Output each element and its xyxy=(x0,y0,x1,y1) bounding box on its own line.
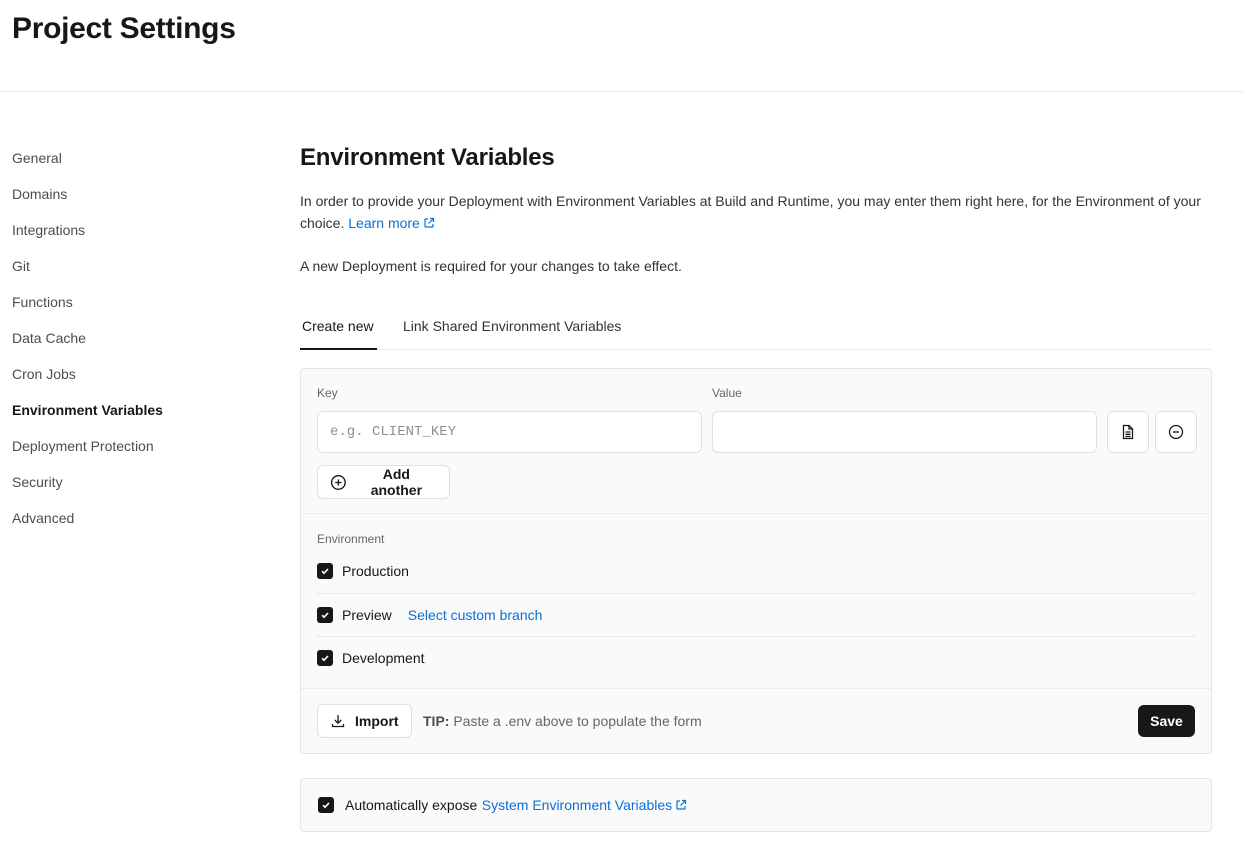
page-title: Project Settings xyxy=(12,12,236,45)
key-input[interactable] xyxy=(317,411,702,453)
external-link-icon xyxy=(424,217,434,228)
tip-prefix: TIP: xyxy=(423,713,450,729)
sidebar-item-deployment-protection[interactable]: Deployment Protection xyxy=(12,428,252,464)
sidebar-item-general[interactable]: General xyxy=(12,140,252,176)
env-row-development: Development xyxy=(317,636,1195,679)
checkmark-icon xyxy=(321,655,329,662)
sidebar-item-functions[interactable]: Functions xyxy=(12,284,252,320)
add-another-button[interactable]: Add another xyxy=(317,465,450,499)
env-var-form: Key Value Add another Environment Produc… xyxy=(300,368,1212,754)
tab-bar: Create new Link Shared Environment Varia… xyxy=(300,308,1212,350)
add-another-label: Add another xyxy=(370,466,423,498)
environment-section: Environment Production Preview Select cu… xyxy=(301,514,1211,688)
save-button[interactable]: Save xyxy=(1138,705,1195,737)
tip-body: Paste a .env above to populate the form xyxy=(453,713,702,729)
learn-more-link[interactable]: Learn more xyxy=(348,215,435,231)
page-header: Project Settings xyxy=(0,0,1244,92)
sidebar-item-domains[interactable]: Domains xyxy=(12,176,252,212)
plus-circle-icon xyxy=(330,474,346,490)
file-button[interactable] xyxy=(1107,411,1149,453)
checkmark-icon xyxy=(322,802,330,809)
env-row-preview: Preview Select custom branch xyxy=(317,593,1195,636)
preview-checkbox[interactable] xyxy=(317,607,333,623)
remove-circle-icon xyxy=(1168,424,1184,440)
environment-label: Environment xyxy=(317,532,385,546)
import-label: Import xyxy=(355,713,399,729)
learn-more-label: Learn more xyxy=(348,215,420,231)
value-label: Value xyxy=(712,386,742,400)
sidebar-item-data-cache[interactable]: Data Cache xyxy=(12,320,252,356)
settings-sidebar: General Domains Integrations Git Functio… xyxy=(12,140,252,536)
system-env-vars-link[interactable]: System Environment Variables xyxy=(482,797,687,813)
sidebar-item-environment-variables[interactable]: Environment Variables xyxy=(12,392,252,428)
select-custom-branch-link[interactable]: Select custom branch xyxy=(408,607,543,623)
expose-system-vars-card: Automatically expose System Environment … xyxy=(300,778,1212,832)
system-env-vars-label: System Environment Variables xyxy=(481,797,673,813)
checkmark-icon xyxy=(321,567,329,574)
tip-text: TIP: Paste a .env above to populate the … xyxy=(423,713,702,729)
production-label: Production xyxy=(342,562,409,579)
sidebar-item-cron-jobs[interactable]: Cron Jobs xyxy=(12,356,252,392)
env-row-production: Production xyxy=(317,549,1195,592)
checkmark-icon xyxy=(321,612,329,619)
remove-row-button[interactable] xyxy=(1155,411,1197,453)
key-value-section: Key Value Add another xyxy=(301,369,1211,514)
production-checkbox[interactable] xyxy=(317,562,333,579)
deployment-note: A new Deployment is required for your ch… xyxy=(300,258,682,274)
expose-label: Automatically expose xyxy=(345,797,478,813)
key-label: Key xyxy=(317,386,338,400)
section-title: Environment Variables xyxy=(300,144,555,171)
expose-checkbox[interactable] xyxy=(318,797,334,813)
tab-create-new[interactable]: Create new xyxy=(300,308,377,350)
development-checkbox[interactable] xyxy=(317,650,333,666)
sidebar-item-integrations[interactable]: Integrations xyxy=(12,212,252,248)
section-description: In order to provide your Deployment with… xyxy=(300,190,1212,234)
form-footer: Import TIP: Paste a .env above to popula… xyxy=(301,688,1211,753)
value-input[interactable] xyxy=(712,411,1097,453)
sidebar-item-git[interactable]: Git xyxy=(12,248,252,284)
sidebar-item-security[interactable]: Security xyxy=(12,464,252,500)
file-icon xyxy=(1122,424,1134,440)
preview-label: Preview xyxy=(342,607,392,623)
description-text: In order to provide your Deployment with… xyxy=(300,193,1201,231)
download-icon xyxy=(331,715,345,728)
development-label: Development xyxy=(342,650,425,666)
import-button[interactable]: Import xyxy=(317,704,412,738)
external-link-icon xyxy=(676,799,687,810)
tab-link-shared[interactable]: Link Shared Environment Variables xyxy=(403,308,621,350)
sidebar-item-advanced[interactable]: Advanced xyxy=(12,500,252,536)
